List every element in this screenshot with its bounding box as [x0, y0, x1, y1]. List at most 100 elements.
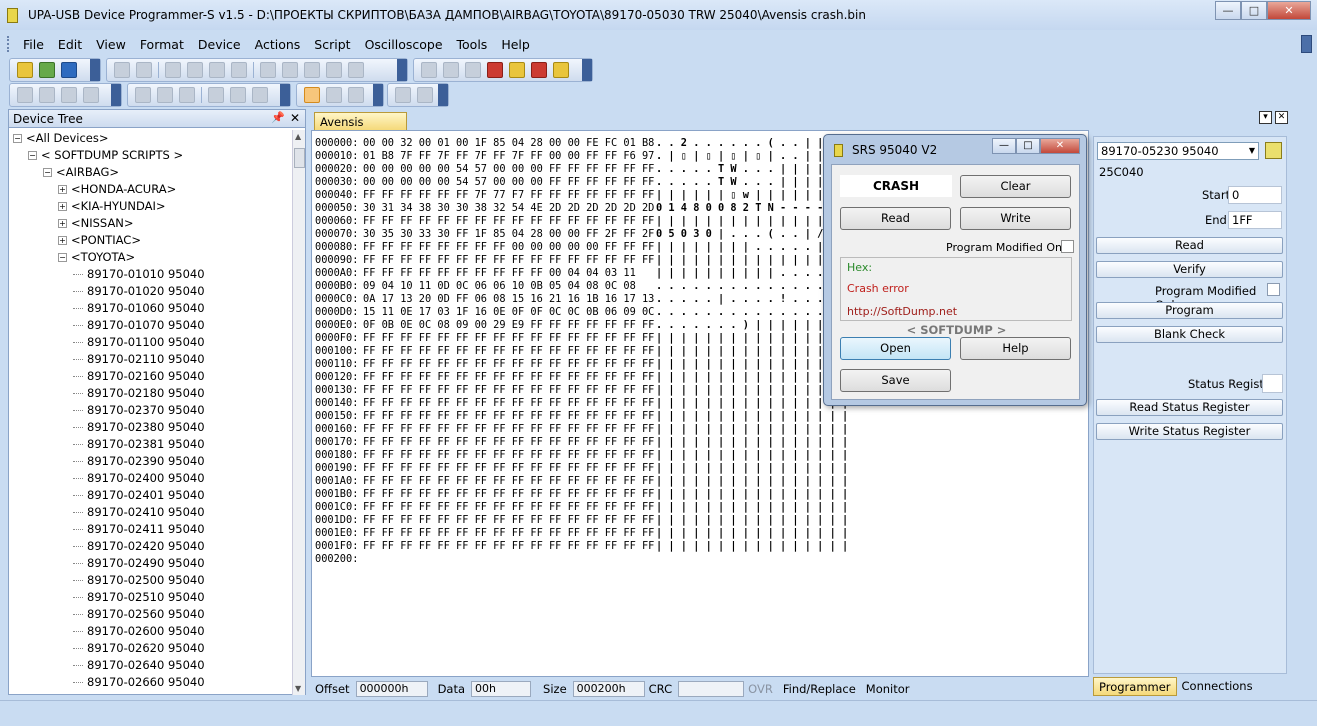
expand-icon[interactable]: + [58, 202, 67, 211]
blank-check-button[interactable]: Blank Check [1096, 326, 1283, 343]
dialog-close-button[interactable]: ✕ [1040, 138, 1080, 154]
hex-view[interactable]: 000000: 00 00 32 00 01 00 1F 85 04 28 00 … [315, 137, 848, 566]
hex-row[interactable]: 0000A0: FF FF FF FF FF FF FF FF FF FF 00 … [315, 267, 836, 280]
menu-help[interactable]: Help [494, 37, 537, 52]
hex-row[interactable]: 0001E0: FF FF FF FF FF FF FF FF FF FF FF … [315, 527, 848, 540]
hex-row[interactable]: 000120: FF FF FF FF FF FF FF FF FF FF FF … [315, 371, 848, 384]
replace-icon[interactable] [282, 62, 298, 78]
document-icon[interactable] [304, 62, 320, 78]
menu-format[interactable]: Format [133, 37, 191, 52]
collapse-icon[interactable]: − [13, 134, 22, 143]
tree-leaf[interactable]: 89170-02381 95040 [9, 436, 293, 453]
sigma-icon[interactable] [553, 62, 569, 78]
pin-icon[interactable]: 📌 [271, 111, 285, 124]
tree-leaf[interactable]: 89170-02160 95040 [9, 368, 293, 385]
hex-row[interactable]: 0001D0: FF FF FF FF FF FF FF FF FF FF FF … [315, 514, 848, 527]
measure-icon[interactable] [348, 87, 364, 103]
hex-row[interactable]: 000060: FF FF FF FF FF FF FF FF FF FF FF … [315, 215, 848, 228]
hex-row[interactable]: 000110: FF FF FF FF FF FF FF FF FF FF FF … [315, 358, 848, 371]
hex-row[interactable]: 000030: 00 00 00 00 00 54 57 00 00 00 FF … [315, 176, 848, 189]
tree-leaf[interactable]: 89170-02620 95040 [9, 640, 293, 657]
tree-leaf[interactable]: 89170-02510 95040 [9, 589, 293, 606]
device-tree-scrollbar[interactable]: ▲ ▼ [292, 130, 305, 695]
menu-device[interactable]: Device [191, 37, 248, 52]
hex-row[interactable]: 000010: 01 B8 7F FF 7F FF 7F FF 7F FF 00 … [315, 150, 848, 163]
hex-row[interactable]: 0000F0: FF FF FF FF FF FF FF FF FF FF FF … [315, 332, 848, 345]
menu-overflow-button[interactable] [1301, 35, 1312, 53]
tab-close-icon[interactable]: ✕ [1275, 111, 1288, 124]
read-status-register-button[interactable]: Read Status Register [1096, 399, 1283, 416]
menu-script[interactable]: Script [307, 37, 357, 52]
end-input[interactable]: 1FF [1228, 211, 1282, 229]
menu-grip[interactable] [7, 36, 10, 52]
menu-view[interactable]: View [89, 37, 133, 52]
tree-leaf[interactable]: 89170-02660 95040 [9, 674, 293, 691]
tree-node[interactable]: + <NISSAN> [9, 215, 293, 232]
verify-button[interactable]: Verify [1096, 261, 1283, 278]
chip-alt-icon[interactable] [443, 62, 459, 78]
toolbar-overflow[interactable] [90, 59, 100, 81]
chip-icon[interactable] [421, 62, 437, 78]
tree-leaf[interactable]: 89170-02390 95040 [9, 453, 293, 470]
zoom-fit-icon[interactable] [61, 87, 77, 103]
toolbar-overflow[interactable] [438, 84, 448, 106]
expand-icon[interactable]: + [58, 185, 67, 194]
help-button[interactable]: Help [960, 337, 1071, 360]
crosshair-icon[interactable] [83, 87, 99, 103]
redo-icon[interactable] [136, 62, 152, 78]
log-url-line[interactable]: http://SoftDump.net [847, 305, 957, 318]
toolbar-overflow[interactable] [373, 84, 383, 106]
menu-actions[interactable]: Actions [248, 37, 308, 52]
delete-icon[interactable] [231, 62, 247, 78]
hex-row[interactable]: 000150: FF FF FF FF FF FF FF FF FF FF FF … [315, 410, 848, 423]
pointer-icon[interactable] [304, 87, 320, 103]
save-icon[interactable] [61, 62, 77, 78]
minimize-button[interactable]: — [1215, 1, 1241, 20]
eraser-icon[interactable] [487, 62, 503, 78]
expand-icon[interactable]: + [58, 236, 67, 245]
hex-row[interactable]: 000100: FF FF FF FF FF FF FF FF FF FF FF … [315, 345, 848, 358]
hex-row[interactable]: 000080: FF FF FF FF FF FF FF FF 00 00 00 … [315, 241, 848, 254]
hex-row[interactable]: 0000B0: 09 04 10 11 0D 0C 06 06 10 0B 05 … [315, 280, 836, 293]
hex-row[interactable]: 000190: FF FF FF FF FF FF FF FF FF FF FF … [315, 462, 848, 475]
write-status-register-button[interactable]: Write Status Register [1096, 423, 1283, 440]
hex-row[interactable]: 000170: FF FF FF FF FF FF FF FF FF FF FF … [315, 436, 848, 449]
tree-node[interactable]: − <All Devices> [9, 130, 293, 147]
close-button[interactable]: ✕ [1267, 1, 1311, 20]
scrollbar-thumb[interactable] [294, 148, 305, 168]
status-register-field[interactable] [1262, 374, 1283, 393]
play-icon[interactable] [395, 87, 411, 103]
tree-leaf[interactable]: 89170-02401 95040 [9, 487, 293, 504]
refresh-icon[interactable] [348, 62, 364, 78]
toolbar-overflow[interactable] [111, 84, 121, 106]
hex-row[interactable]: 000180: FF FF FF FF FF FF FF FF FF FF FF … [315, 449, 848, 462]
hex-row[interactable]: 000040: FF FF FF FF FF FF 7F 77 F7 FF FF … [315, 189, 848, 202]
tree-leaf[interactable]: 89170-01060 95040 [9, 300, 293, 317]
tree-leaf[interactable]: 89170-01020 95040 [9, 283, 293, 300]
hex-row[interactable]: 000020: 00 00 00 00 00 54 57 00 00 00 FF … [315, 163, 848, 176]
menu-edit[interactable]: Edit [51, 37, 89, 52]
toolbar-overflow[interactable] [280, 84, 290, 106]
dialog-read-button[interactable]: Read [840, 207, 951, 230]
collapse-icon[interactable]: − [58, 253, 67, 262]
program-button[interactable]: Program [1096, 302, 1283, 319]
hex-row[interactable]: 0001F0: FF FF FF FF FF FF FF FF FF FF FF … [315, 540, 848, 553]
tree-leaf[interactable]: 89170-02411 95040 [9, 521, 293, 538]
grid-icon[interactable] [465, 62, 481, 78]
new-file-icon[interactable] [17, 62, 33, 78]
hex-row[interactable]: 000160: FF FF FF FF FF FF FF FF FF FF FF … [315, 423, 848, 436]
maximize-button[interactable]: □ [1241, 1, 1267, 20]
collapse-icon[interactable]: − [43, 168, 52, 177]
hex-row[interactable]: 000140: FF FF FF FF FF FF FF FF FF FF FF … [315, 397, 848, 410]
tab-avensis-crash[interactable]: Avensis crash.bin [314, 112, 407, 143]
hex-row[interactable]: 0000C0: 0A 17 13 20 0D FF 06 08 15 16 21 … [315, 293, 848, 306]
dialog-maximize-button[interactable]: □ [1016, 138, 1040, 154]
hex-row[interactable]: 000050: 30 31 34 38 30 30 38 32 54 4E 2D … [315, 202, 848, 215]
tree-leaf[interactable]: 89170-02370 95040 [9, 402, 293, 419]
tree-leaf[interactable]: 89170-02410 95040 [9, 504, 293, 521]
expand-icon[interactable]: + [58, 219, 67, 228]
paste-icon[interactable] [209, 62, 225, 78]
zoom-in-icon[interactable] [17, 87, 33, 103]
hex-row[interactable]: 0001B0: FF FF FF FF FF FF FF FF FF FF FF … [315, 488, 848, 501]
tree-node[interactable]: − < SOFTDUMP SCRIPTS > [9, 147, 293, 164]
